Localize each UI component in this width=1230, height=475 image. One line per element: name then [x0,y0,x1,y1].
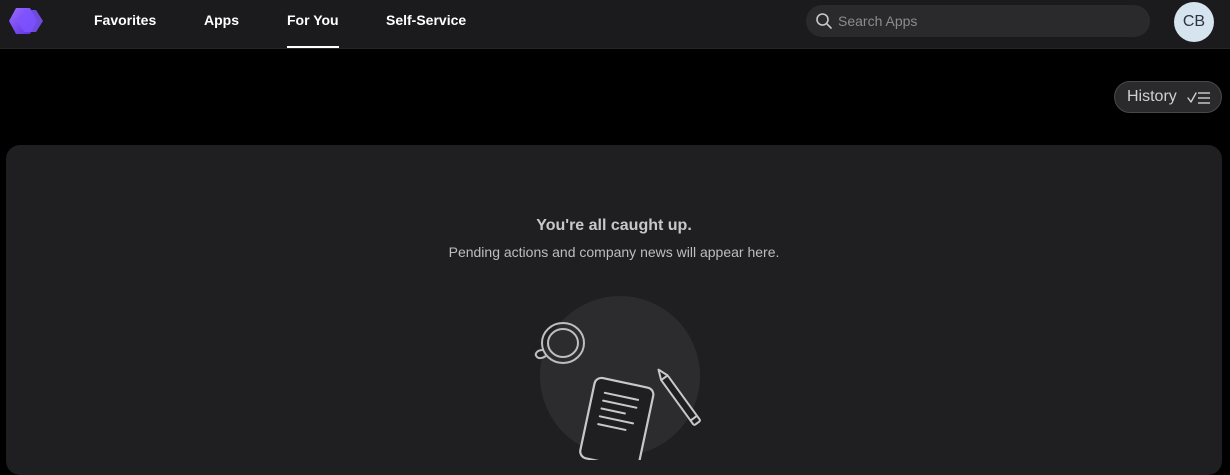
empty-state-subtitle: Pending actions and company news will ap… [448,244,780,260]
search-bar[interactable] [806,5,1150,37]
empty-state-title: You're all caught up. [536,217,692,234]
user-avatar[interactable]: CB [1174,2,1214,42]
for-you-feed-panel: You're all caught up. Pending actions an… [6,145,1222,475]
search-input[interactable] [838,5,1138,37]
checklist-icon [1187,92,1210,104]
history-button-label: History [1127,88,1177,105]
top-navigation-bar: Favorites Apps For You Self-Service CB [0,0,1230,49]
hexagon-logo-icon[interactable] [8,5,48,37]
history-button[interactable]: History [1114,81,1222,113]
tab-for-you[interactable]: For You [287,0,339,49]
coffee-paper-pencil-illustration [534,296,701,460]
tab-apps[interactable]: Apps [204,0,239,49]
tab-favorites[interactable]: Favorites [94,0,156,49]
tab-self-service[interactable]: Self-Service [386,0,466,49]
search-icon [816,13,832,29]
